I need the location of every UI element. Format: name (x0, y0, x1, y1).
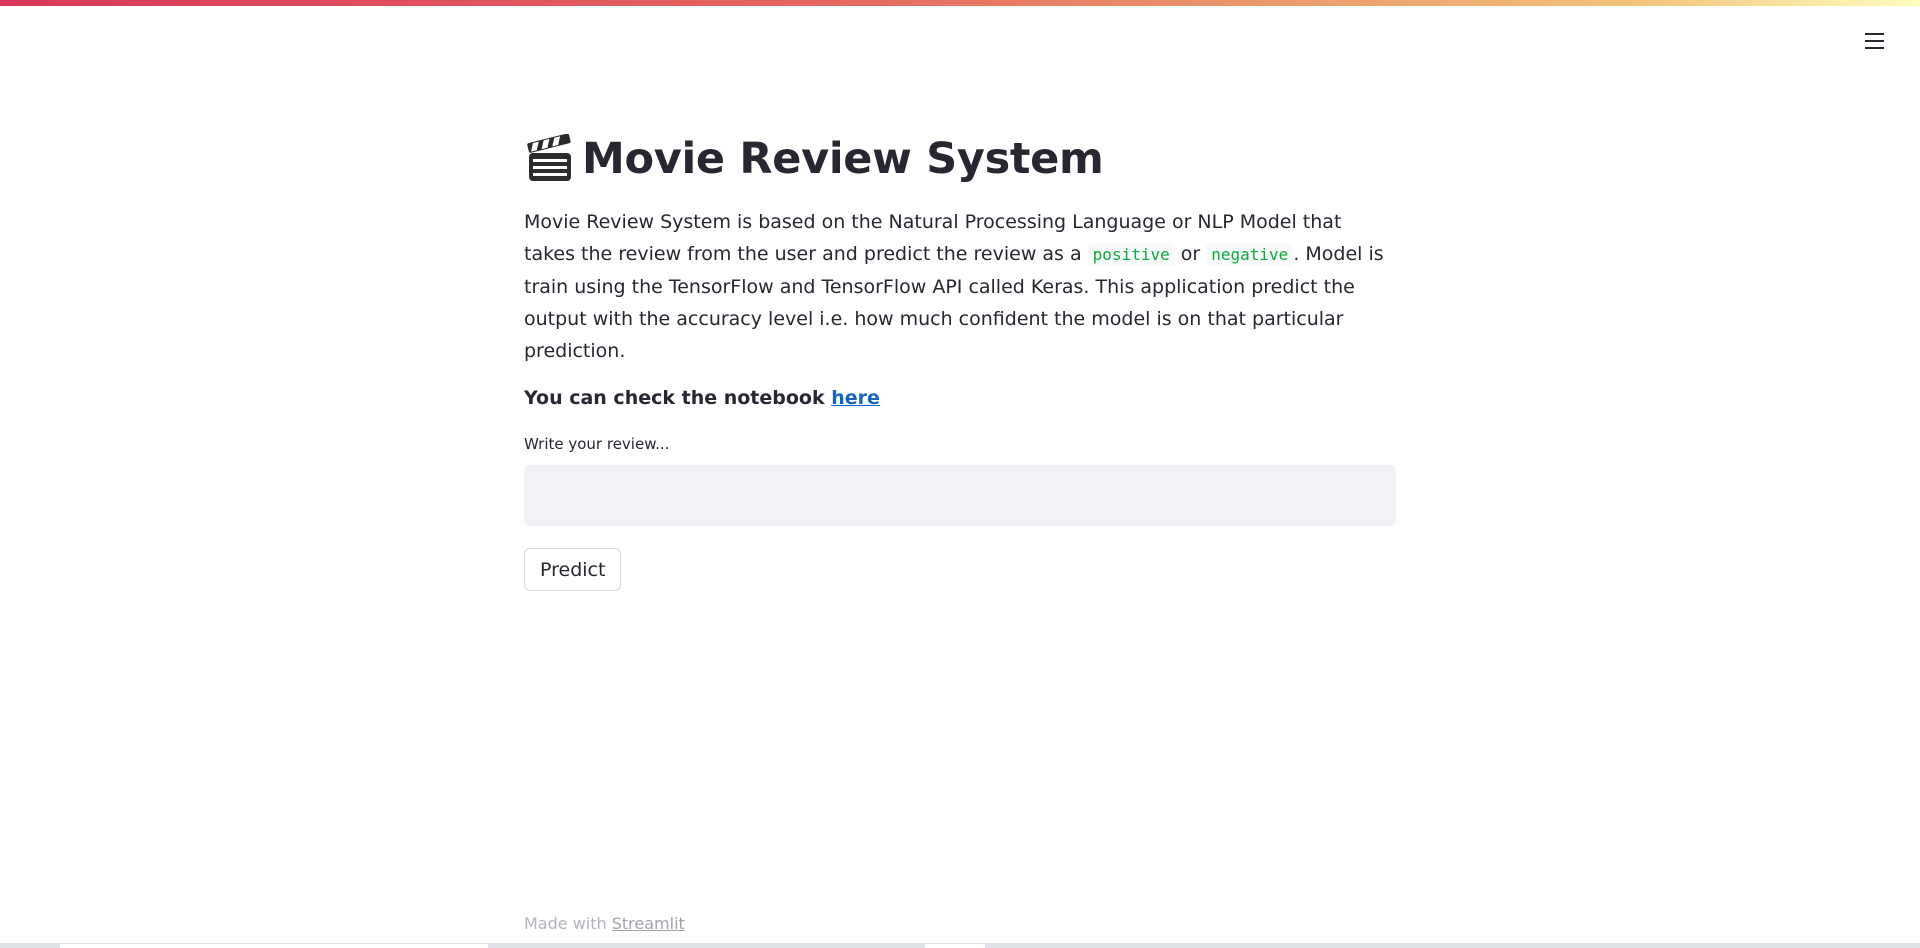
menu-line (1865, 33, 1884, 35)
review-input[interactable] (524, 465, 1396, 526)
bottom-strip-segment (925, 944, 985, 948)
footer: Made with Streamlit (524, 914, 685, 933)
title-row: Movie Review System (524, 130, 1396, 190)
notebook-link[interactable]: here (831, 387, 880, 409)
predict-button[interactable]: Predict (524, 548, 622, 591)
header-decoration-bar (0, 0, 1920, 6)
page-title: Movie Review System (582, 134, 1104, 185)
menu-line (1865, 40, 1884, 42)
code-negative: negative (1206, 243, 1294, 266)
review-input-label: Write your review... (524, 435, 670, 453)
clapper-board-icon (527, 134, 571, 181)
footer-text: Made with (524, 914, 612, 933)
menu-line (1865, 47, 1884, 49)
notebook-text: You can check the notebook here (524, 387, 1396, 409)
notebook-label: You can check the notebook (524, 387, 832, 409)
streamlit-link[interactable]: Streamlit (612, 914, 685, 933)
description-part: or (1174, 243, 1207, 265)
bottom-edge-strip (0, 943, 1920, 948)
bottom-strip-segment (60, 944, 488, 948)
description-text: Movie Review System is based on the Natu… (524, 206, 1396, 367)
hamburger-menu-icon[interactable] (1862, 28, 1888, 54)
code-positive: positive (1087, 243, 1175, 266)
main-content: Movie Review System Movie Review System … (524, 130, 1396, 591)
